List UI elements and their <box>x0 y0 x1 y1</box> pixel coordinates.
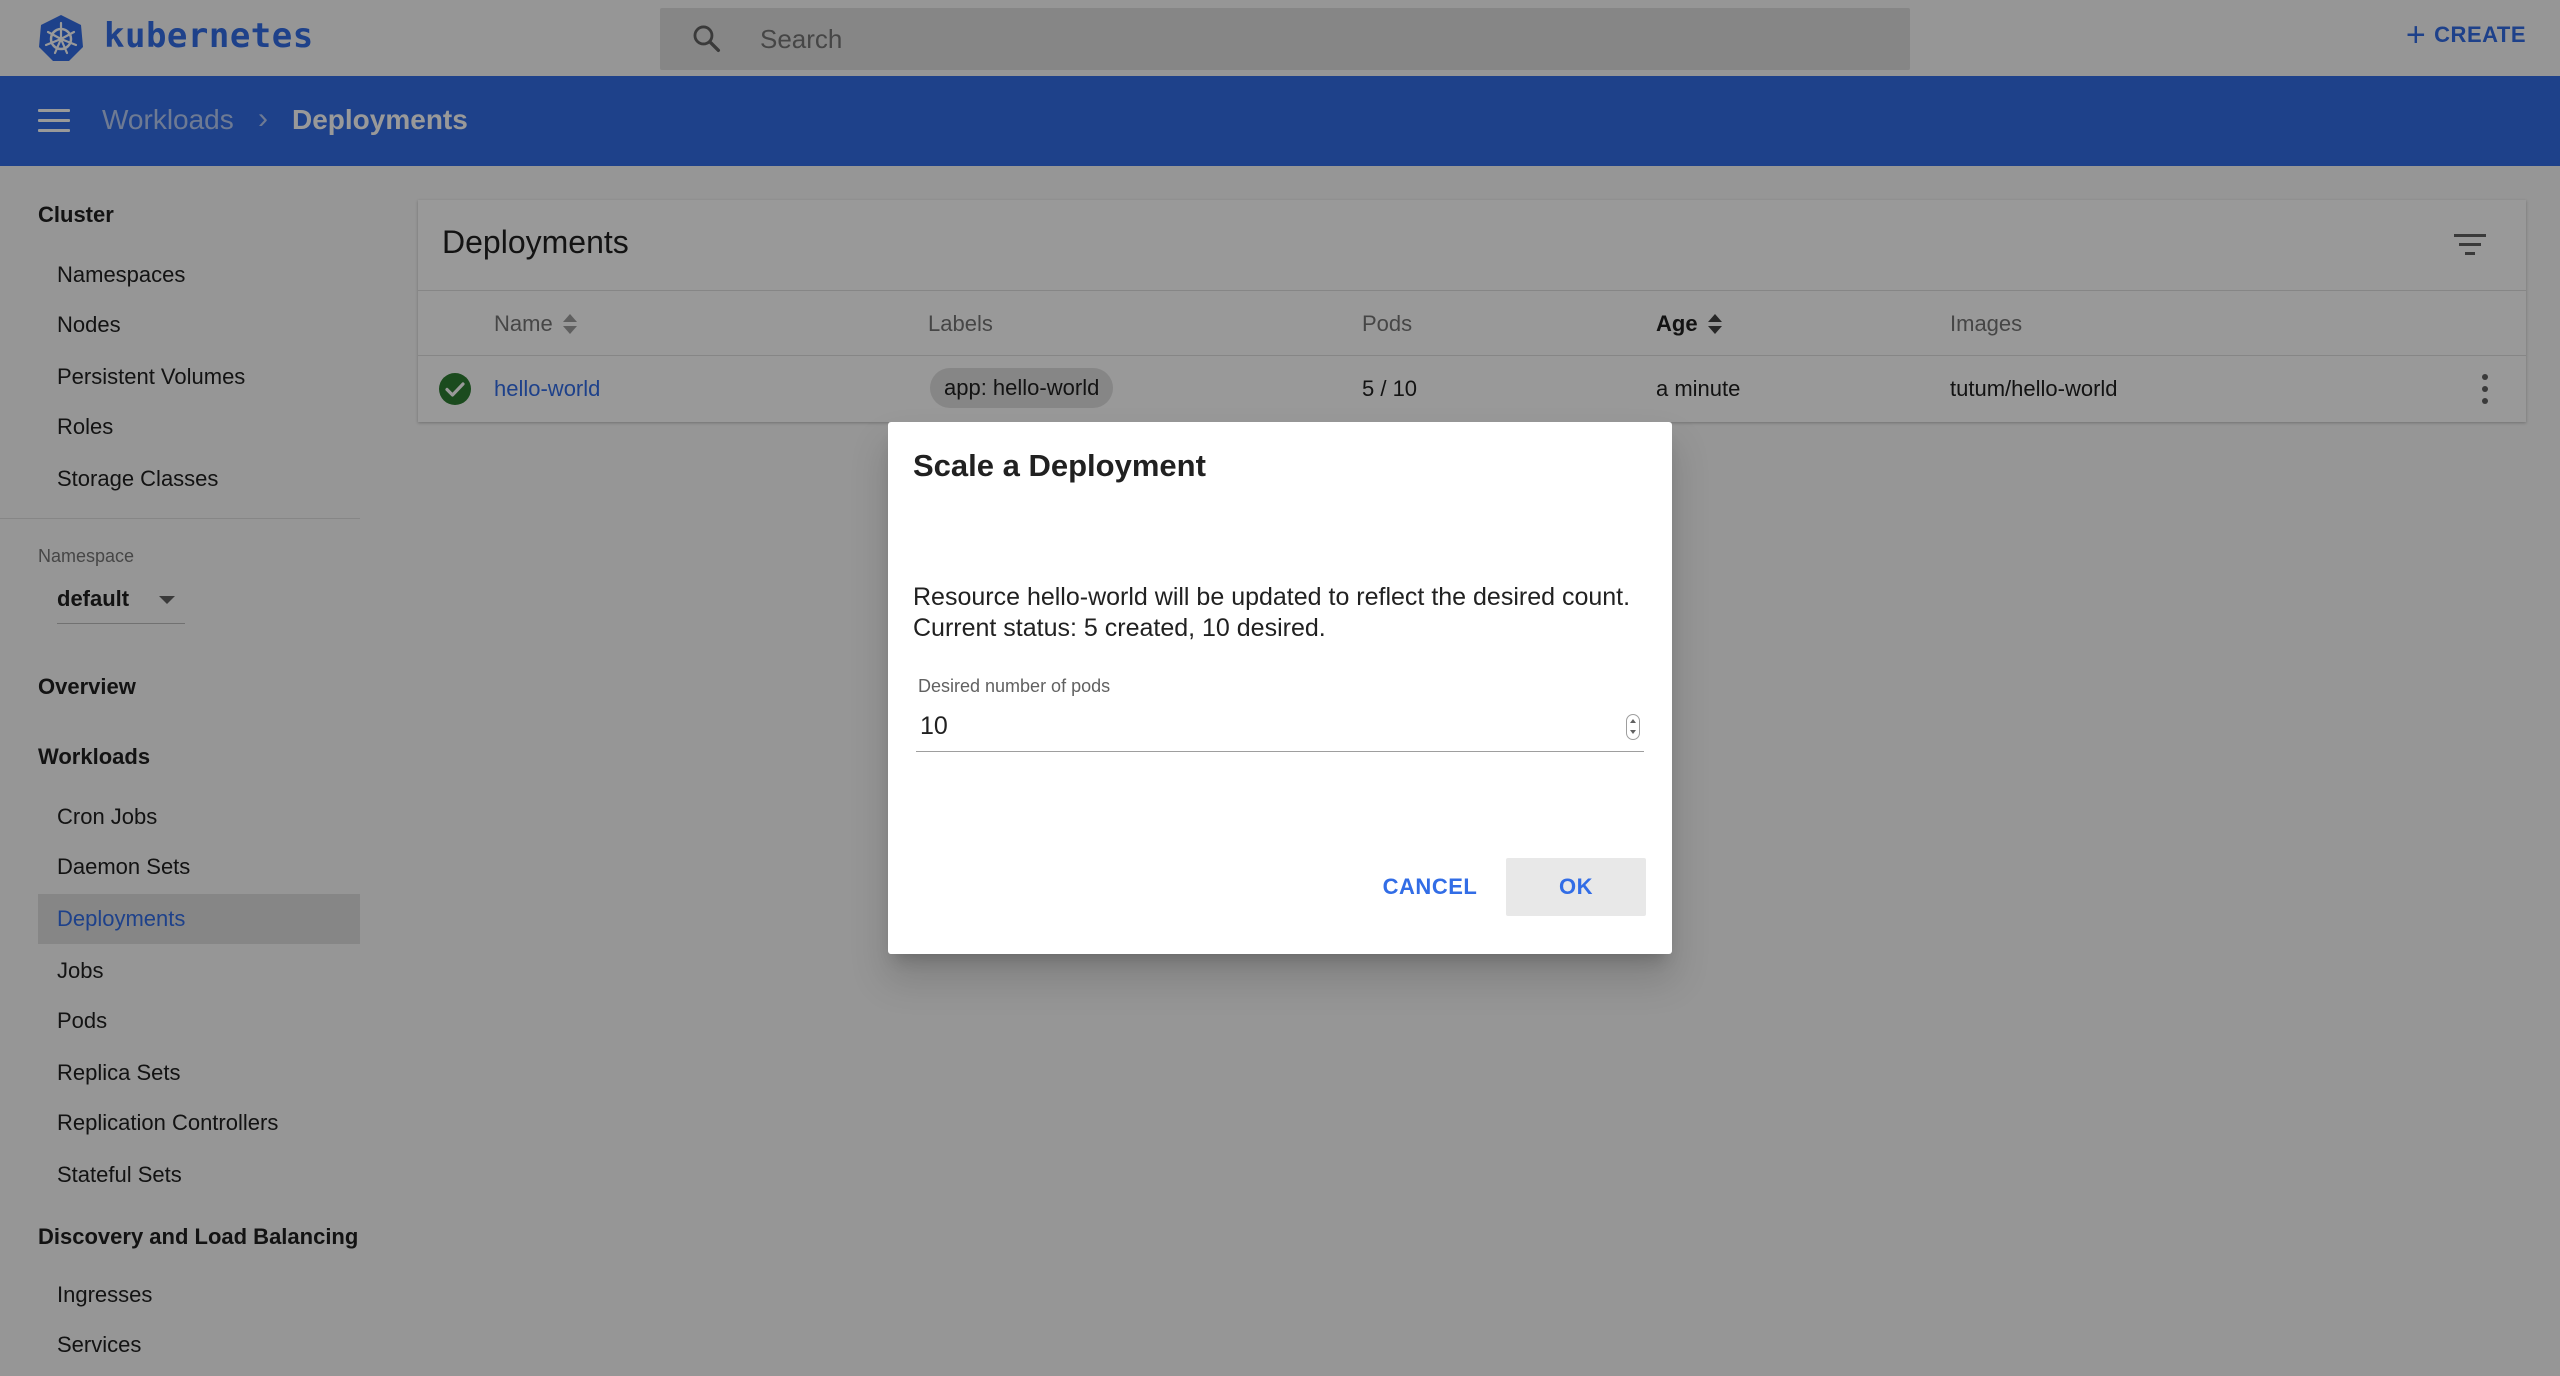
dialog-message: Resource hello-world will be updated to … <box>913 582 1630 644</box>
replicas-input[interactable] <box>916 704 1596 748</box>
dialog-message-line1: Resource hello-world will be updated to … <box>913 583 1631 611</box>
number-stepper-icon[interactable] <box>1626 714 1640 740</box>
cancel-button[interactable]: CANCEL <box>1362 858 1498 916</box>
dialog-title: Scale a Deployment <box>913 448 1206 483</box>
replicas-field-label: Desired number of pods <box>918 676 1111 696</box>
dialog-message-line2: Current status: 5 created, 10 desired. <box>913 614 1326 642</box>
scale-dialog: Scale a Deployment Resource hello-world … <box>888 422 1672 954</box>
replicas-field[interactable] <box>916 704 1644 752</box>
ok-button[interactable]: OK <box>1506 858 1646 916</box>
